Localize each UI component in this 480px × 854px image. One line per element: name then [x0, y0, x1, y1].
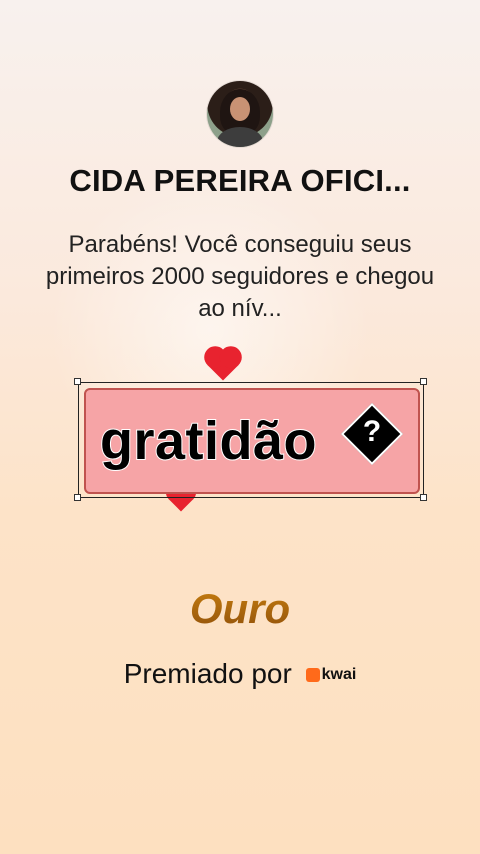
resize-handle-top-right[interactable] [420, 378, 427, 385]
heart-icon-top [207, 349, 239, 381]
kwai-logo: kwai [305, 658, 357, 690]
award-line: Premiado por kwai [0, 658, 480, 692]
profile-name: CIDA PEREIRA OFICI... [69, 163, 411, 198]
kwai-logo-word: kwai [321, 666, 357, 684]
resize-handle-top-left[interactable] [74, 378, 81, 385]
award-prefix: Premiado por [123, 658, 292, 689]
avatar-body [217, 127, 263, 147]
level-label: Ouro [0, 585, 480, 633]
sticker-text[interactable]: gratidão [99, 410, 318, 472]
kwai-logo-icon [305, 668, 320, 683]
resize-handle-bottom-right[interactable] [420, 494, 427, 501]
congrats-message: Parabéns! Você conseguiu seus primeiros … [45, 231, 435, 322]
avatar[interactable] [207, 81, 273, 147]
resize-handle-bottom-left[interactable] [74, 494, 81, 501]
question-mark-glyph: ? [362, 415, 382, 448]
avatar-face [230, 97, 250, 121]
